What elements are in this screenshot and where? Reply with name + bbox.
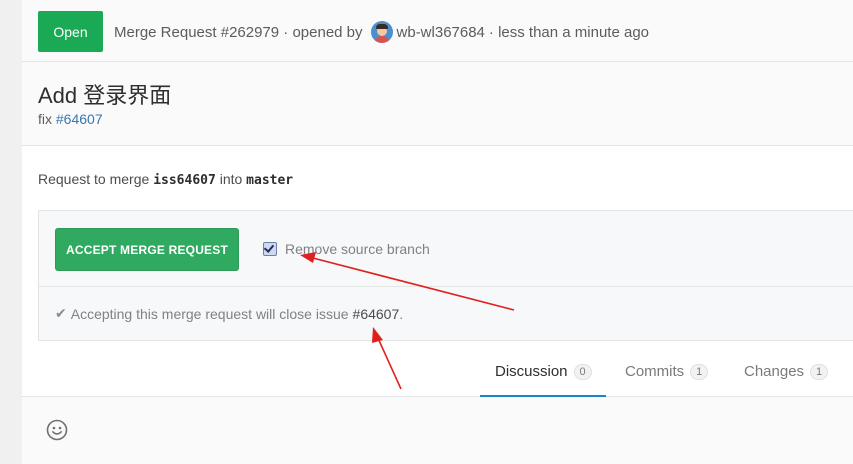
tab-discussion-count: 0 bbox=[573, 363, 592, 380]
desc-prefix: fix bbox=[38, 111, 52, 127]
merge-intro: Request to merge bbox=[38, 171, 150, 187]
mr-header: Open Merge Request #262979 · opened by w… bbox=[22, 0, 853, 62]
merge-into: into bbox=[219, 171, 243, 187]
avatar[interactable] bbox=[370, 21, 393, 43]
remove-source-branch-option[interactable]: Remove source branch bbox=[263, 241, 430, 257]
desc-issue-link[interactable]: #64607 bbox=[56, 111, 103, 127]
tab-changes-label: Changes bbox=[744, 363, 805, 380]
tab-commits-count: 1 bbox=[690, 363, 709, 380]
close-note-suffix: . bbox=[399, 305, 404, 322]
status-badge: Open bbox=[38, 11, 103, 52]
tab-commits-label: Commits bbox=[625, 363, 685, 380]
tab-changes-count: 1 bbox=[810, 363, 829, 380]
mr-tabs: Discussion 0 Commits 1 Changes 1 bbox=[22, 347, 853, 397]
remove-source-branch-checkbox[interactable] bbox=[263, 242, 277, 256]
tab-commits[interactable]: Commits 1 bbox=[625, 347, 709, 396]
smiley-icon[interactable] bbox=[46, 419, 68, 441]
tab-changes[interactable]: Changes 1 bbox=[744, 347, 829, 396]
accept-merge-button[interactable]: ACCEPT MERGE REQUEST bbox=[55, 228, 239, 271]
merge-widget-actions: ACCEPT MERGE REQUEST Remove source branc… bbox=[39, 211, 853, 287]
author-link[interactable]: wb-wl367684 bbox=[397, 24, 485, 41]
remove-source-branch-label: Remove source branch bbox=[285, 241, 430, 257]
source-branch: iss64607 bbox=[153, 173, 216, 188]
close-note-text: Accepting this merge request will close … bbox=[70, 305, 349, 322]
mr-description: fix #64607 bbox=[38, 111, 103, 127]
target-branch: master bbox=[246, 173, 294, 188]
tab-discussion[interactable]: Discussion 0 bbox=[480, 347, 606, 397]
page-title: Add 登录界面 bbox=[38, 83, 172, 108]
mr-time: · less than a minute ago bbox=[488, 23, 649, 41]
tab-discussion-label: Discussion bbox=[495, 363, 568, 380]
mr-meta-text: Merge Request #262979 · opened by bbox=[114, 23, 363, 41]
title-block: Add 登录界面 fix #64607 bbox=[22, 62, 853, 146]
merge-widget: ACCEPT MERGE REQUEST Remove source branc… bbox=[38, 210, 853, 341]
close-issue-link[interactable]: #64607 bbox=[353, 306, 400, 322]
close-issue-note: ✔ Accepting this merge request will clos… bbox=[55, 305, 403, 322]
check-icon: ✔ bbox=[55, 305, 67, 321]
left-gutter bbox=[0, 0, 22, 464]
merge-request-page: Open Merge Request #262979 · opened by w… bbox=[22, 0, 853, 464]
mr-meta: Merge Request #262979 · opened by wb-wl3… bbox=[114, 21, 649, 43]
merge-info: Request to merge iss64607 into master bbox=[38, 171, 293, 188]
